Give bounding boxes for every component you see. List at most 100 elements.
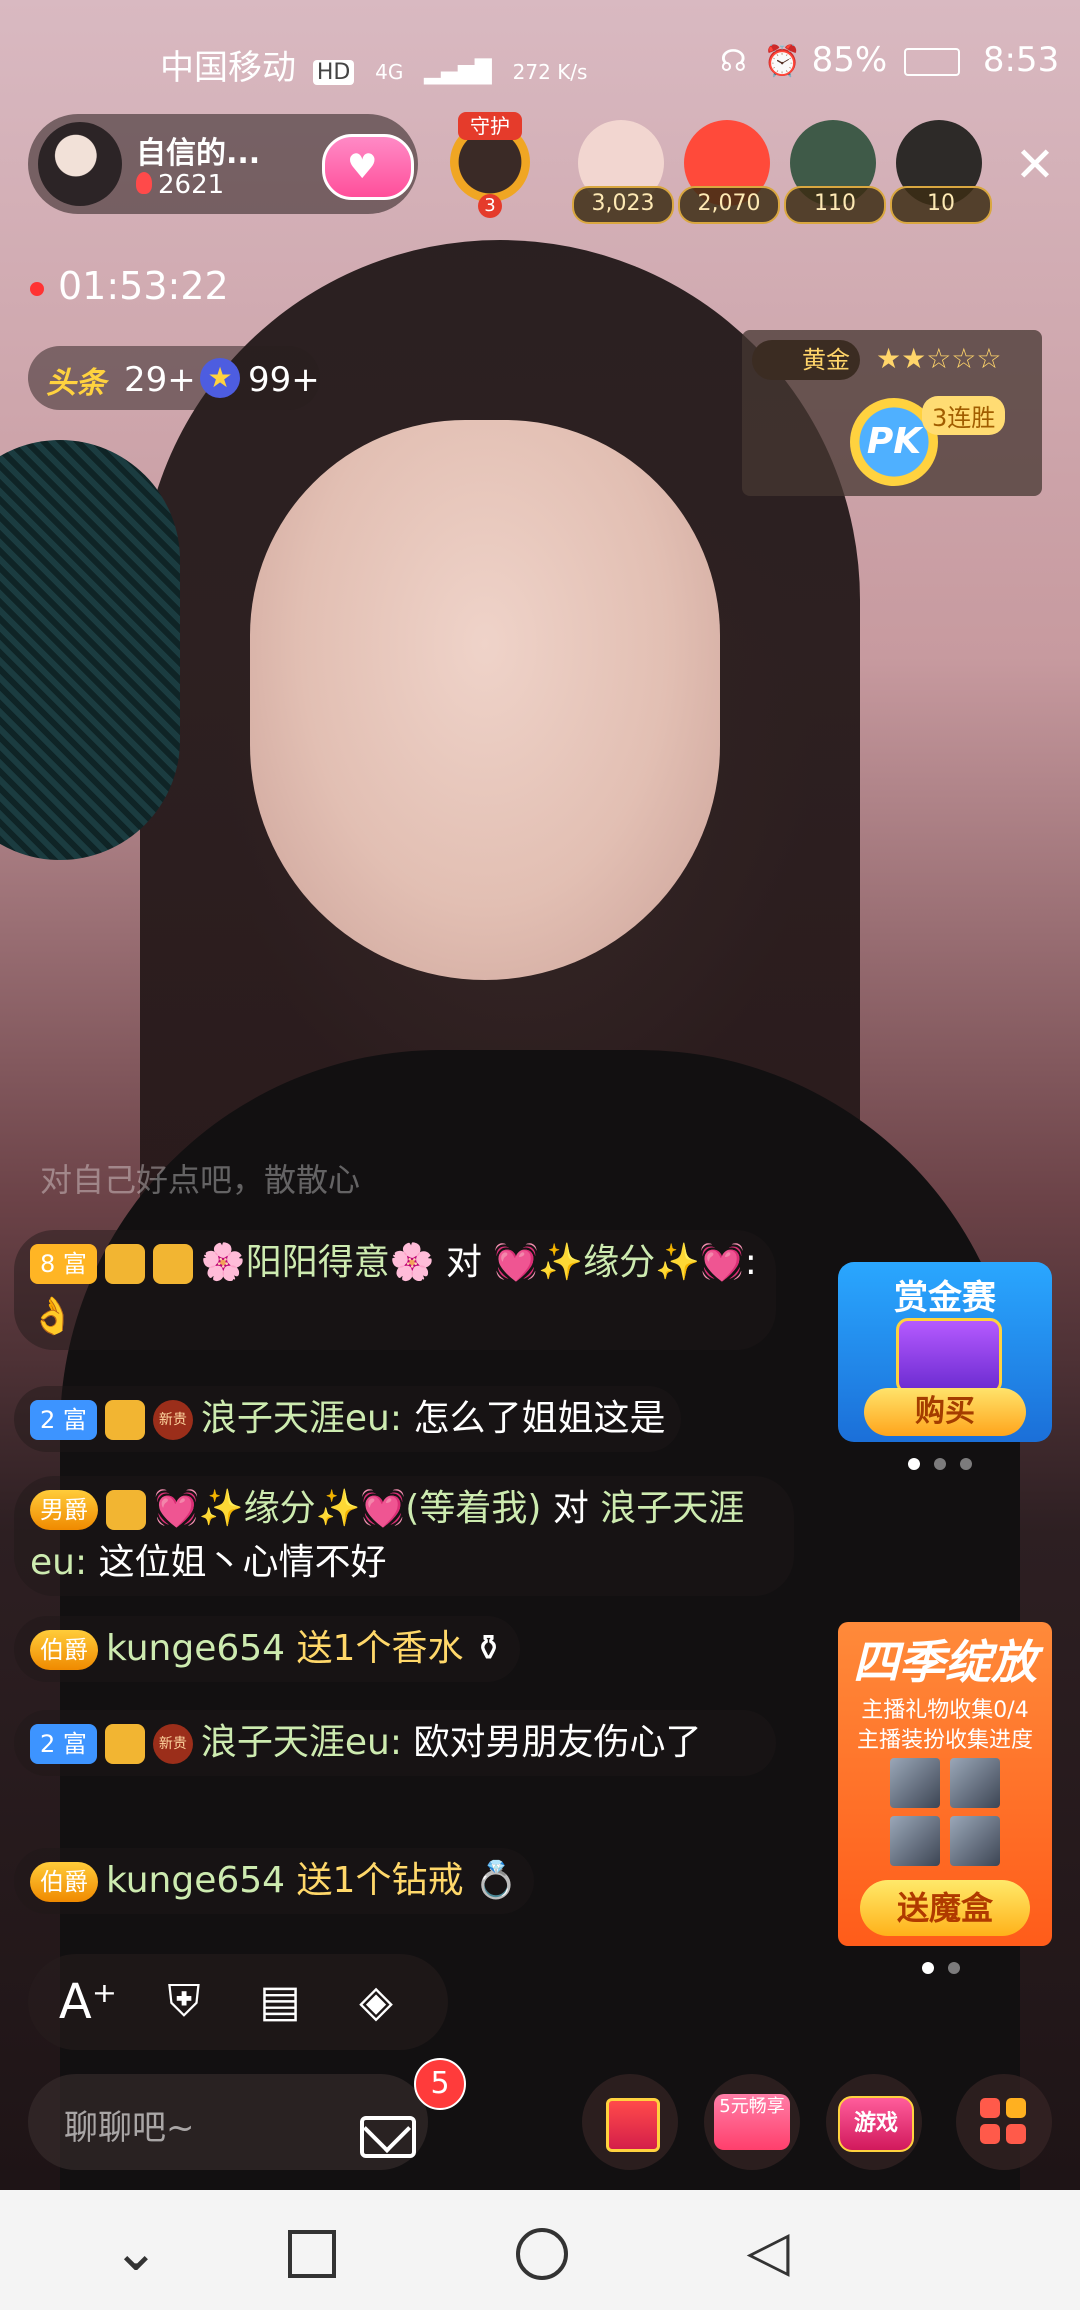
star-icon: ★	[200, 358, 240, 398]
toutiao-label: 头条	[46, 366, 106, 401]
chat-faded-line: 对自己好点吧，散散心	[40, 1161, 361, 1199]
send-magic-box-button[interactable]: 送魔盒	[860, 1880, 1030, 1936]
host-name: 自信的...	[136, 136, 261, 171]
battery-percent: 85%	[811, 40, 888, 80]
chat-username[interactable]: kunge654	[106, 1860, 285, 1901]
top-viewer-4[interactable]: 10	[890, 120, 992, 224]
host-avatar[interactable]	[38, 122, 122, 206]
gift-text: 送1个钻戒	[285, 1860, 464, 1901]
clock: 8:53	[982, 40, 1060, 80]
chat-username[interactable]: kunge654	[106, 1628, 285, 1669]
carousel-dots	[908, 1458, 986, 1470]
chat-text: 欧对男朋友伤心了	[402, 1722, 702, 1763]
gift-icon	[606, 2098, 660, 2152]
tag-icon[interactable]: ◈	[346, 1972, 406, 2032]
pk-rank-card[interactable]: 黄金 ★★☆☆☆ PK 3连胜	[742, 330, 1042, 496]
chat-message[interactable]: 伯爵 kunge654 送1个香水 ⚱	[14, 1616, 520, 1682]
host-popularity: 2621	[158, 170, 225, 200]
carrier-label: 中国移动	[160, 48, 296, 88]
ring-icon: 💍	[473, 1860, 519, 1901]
carousel-dots	[922, 1962, 974, 1974]
level-icon	[104, 1724, 145, 1764]
square-icon	[288, 2230, 336, 2278]
treasure-chest-icon	[896, 1318, 1002, 1394]
headphone-icon: ☊	[720, 44, 747, 79]
tool-bar: A⁺ ⛨ ▤ ◈	[28, 1954, 448, 2050]
pk-streak: 3连胜	[922, 396, 1006, 435]
season-bloom-widget[interactable]: 四季绽放 主播礼物收集0/4 主播装扮收集进度 送魔盒	[838, 1622, 1052, 1946]
perfume-icon: ⚱	[473, 1628, 504, 1669]
hd-icon: HD	[312, 60, 355, 85]
bounty-contest-widget[interactable]: 赏金赛 购买	[838, 1262, 1052, 1442]
follow-button[interactable]: ♥	[322, 134, 414, 200]
rank-pill[interactable]: 头条 29+ ★ 99+	[28, 346, 320, 410]
wealth-badge: 2 富	[30, 1400, 97, 1440]
more-apps-icon	[980, 2098, 1000, 2118]
toutiao-count: 29+	[124, 360, 196, 400]
more-apps-button[interactable]	[956, 2074, 1052, 2170]
chat-message[interactable]: 2 富 新贵 浪子天涯eu: 欧对男朋友伤心了	[14, 1710, 776, 1776]
guard-shield-icon[interactable]: ⛨	[154, 1972, 214, 2032]
chat-username[interactable]: 🌸阳阳得意🌸	[201, 1242, 435, 1283]
chat-message[interactable]: 伯爵 kunge654 送1个钻戒 💍	[14, 1848, 535, 1914]
home-button[interactable]	[500, 2212, 580, 2292]
noble-badge: 男爵	[30, 1490, 98, 1530]
system-nav-bar: ⌄ ◁	[0, 2190, 1080, 2310]
season-gift-progress: 主播礼物收集0/4	[861, 1698, 1029, 1723]
top-viewer-2[interactable]: 2,070	[678, 120, 780, 224]
guard-level: 3	[478, 194, 502, 218]
collection-tile	[890, 1758, 940, 1808]
chat-text: 对	[541, 1488, 601, 1529]
close-icon[interactable]: ✕	[1010, 140, 1060, 190]
guard-badge[interactable]: 守护 3	[440, 112, 540, 218]
video-background	[250, 420, 720, 980]
viewer-contribution: 10	[890, 186, 992, 224]
battery-icon	[904, 47, 961, 76]
messages-button[interactable]: 5	[338, 2058, 466, 2182]
back-button[interactable]: ◁	[728, 2212, 808, 2292]
wealth-badge: 2 富	[30, 1724, 97, 1764]
gift-button[interactable]	[582, 2074, 678, 2170]
chat-username[interactable]: 💓✨缘分✨💓	[493, 1242, 744, 1283]
font-size-icon[interactable]: A⁺	[58, 1972, 118, 2032]
bounty-title: 赏金赛	[894, 1278, 996, 1318]
xingui-badge: 新贵	[152, 1724, 193, 1764]
five-yuan-label: 5元畅享	[714, 2094, 790, 2150]
noble-badge: 伯爵	[30, 1862, 98, 1902]
chevron-down-icon[interactable]: ⌄	[96, 2212, 176, 2292]
vip-icon	[106, 1490, 146, 1530]
five-yuan-button[interactable]: 5元畅享	[704, 2074, 800, 2170]
stream-timer: 01:53:22	[30, 264, 229, 308]
chat-input-placeholder: 聊聊吧~	[64, 2108, 195, 2148]
bounty-buy-button[interactable]: 购买	[864, 1388, 1026, 1436]
game-button[interactable]: 游戏	[826, 2074, 922, 2170]
top-viewer-1[interactable]: 3,023	[572, 120, 674, 224]
live-dot-icon	[30, 281, 44, 296]
chat-username[interactable]: 浪子天涯eu:	[201, 1722, 402, 1763]
status-bar: 中国移动 HD 4G ▂▄▆█ 272 K/s ☊ ⏰ 85% 8:53	[0, 30, 1080, 90]
vip-icon	[152, 1244, 193, 1284]
level-icon	[104, 1400, 145, 1440]
alarm-icon: ⏰	[763, 44, 801, 79]
season-dress-progress: 主播装扮收集进度	[856, 1728, 1033, 1753]
top-viewer-3[interactable]: 110	[784, 120, 886, 224]
more-apps-icon	[1006, 2098, 1026, 2118]
clipboard-icon[interactable]: ▤	[250, 1972, 310, 2032]
viewer-contribution: 3,023	[572, 186, 674, 224]
chat-message[interactable]: 2 富 新贵 浪子天涯eu: 怎么了姐姐这是	[14, 1386, 682, 1452]
recents-button[interactable]	[270, 2212, 350, 2292]
chat-username[interactable]: 浪子天涯eu:	[201, 1398, 402, 1439]
game-label: 游戏	[838, 2096, 914, 2152]
level-icon	[104, 1244, 145, 1284]
pk-stars: ★★☆☆☆	[876, 342, 1002, 375]
signal-icon: ▂▄▆█	[424, 60, 492, 85]
chat-message[interactable]: 8 富 🌸阳阳得意🌸 对 💓✨缘分✨💓: 👌	[14, 1230, 776, 1350]
chat-username[interactable]: 💓✨缘分✨💓(等着我)	[154, 1488, 541, 1529]
chat-message[interactable]: 男爵 💓✨缘分✨💓(等着我) 对 浪子天涯eu: 这位姐丶心情不好	[14, 1476, 794, 1596]
speed-label: 272 K/s	[512, 60, 588, 84]
chat-text: 怎么了姐姐这是	[402, 1398, 666, 1439]
timer-value: 01:53:22	[58, 264, 229, 308]
mail-icon	[360, 2116, 416, 2158]
noble-badge: 伯爵	[30, 1630, 98, 1670]
video-background	[0, 440, 180, 860]
